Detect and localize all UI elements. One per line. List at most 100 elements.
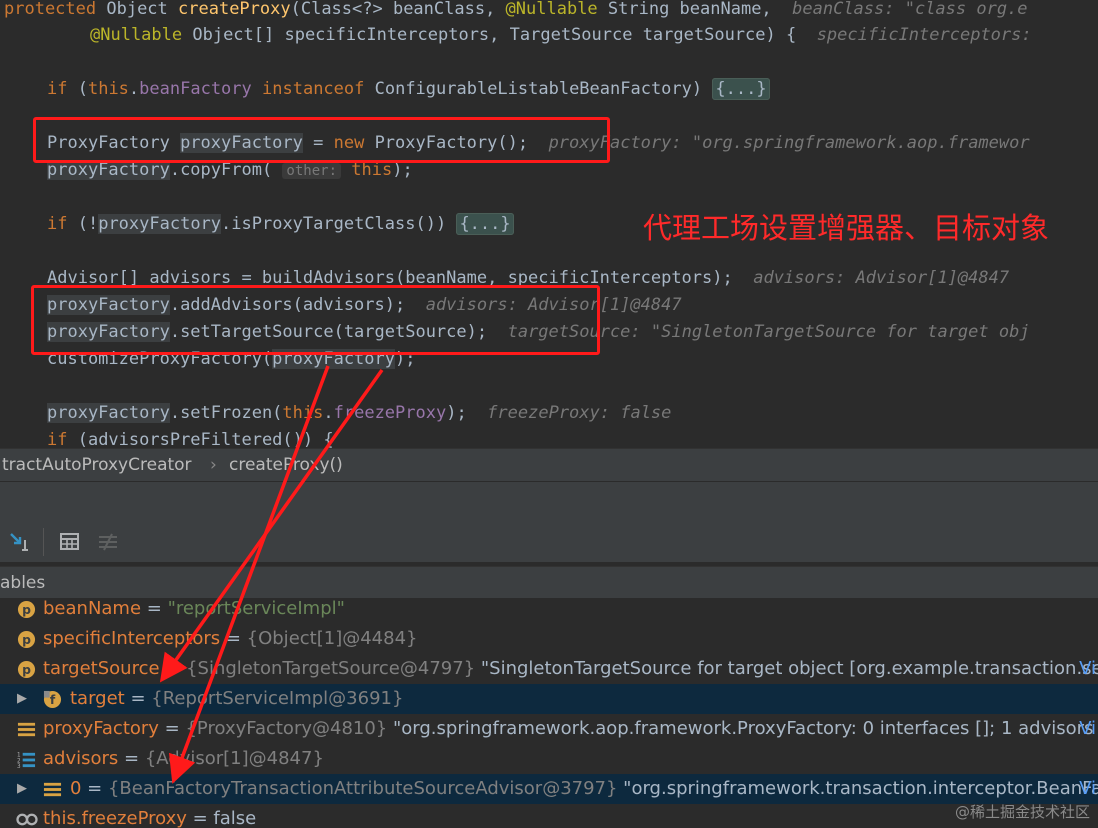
expand-arrow-icon[interactable]: ▶ xyxy=(17,774,27,804)
code-token: proxyFactory xyxy=(47,160,170,180)
array-icon: 123 xyxy=(17,753,36,769)
code-token: if xyxy=(47,214,78,234)
variable-value: "reportServiceImpl" xyxy=(167,598,345,619)
code-token: @Nullable xyxy=(90,25,183,45)
debug-inline-hint: proxyFactory: "org.springframework.aop.f… xyxy=(548,133,1030,153)
watermark: @稀土掘金技术社区 xyxy=(954,803,1090,821)
debug-inline-hint: specificInterceptors: xyxy=(816,25,1032,45)
variable-equals: = xyxy=(141,598,168,619)
code-line: if (!proxyFactory.isProxyTargetClass()) … xyxy=(47,211,514,238)
code-token: . xyxy=(323,403,334,423)
variable-ref: {ProxyFactory@4810} xyxy=(185,718,388,739)
code-token: freezeProxy xyxy=(333,403,447,423)
step-into-icon[interactable] xyxy=(8,530,32,554)
code-editor[interactable]: protected Object createProxy(Class<?> be… xyxy=(0,0,1098,448)
variable-row-selected[interactable]: ▶ 0 = {BeanFactoryTransactionAttributeSo… xyxy=(0,774,1098,804)
variable-row-selected[interactable]: ▶ f target = {ReportServiceImpl@3691} xyxy=(0,684,1098,714)
code-token: .setFrozen( xyxy=(169,403,283,423)
debug-toolbar xyxy=(0,522,1098,562)
annotation-box-proxyfactory xyxy=(33,117,610,163)
code-line: proxyFactory.setFrozen(this.freezeProxy)… xyxy=(47,400,671,427)
code-token: String beanName, xyxy=(597,0,793,19)
variable-row[interactable]: proxyFactory = {ProxyFactory@4810} "org.… xyxy=(0,714,1098,744)
table-view-icon[interactable] xyxy=(58,530,82,554)
filter-icon[interactable] xyxy=(96,530,120,554)
debug-panel-header xyxy=(0,482,1098,522)
variable-equals: = xyxy=(81,778,108,799)
code-token: beanFactory xyxy=(139,79,252,99)
view-link[interactable]: Vi xyxy=(1079,654,1096,684)
code-token: (! xyxy=(77,214,99,234)
code-token: if xyxy=(47,430,78,448)
code-line: if (advisorsPreFiltered()) { xyxy=(47,427,334,448)
variables-header: ables xyxy=(0,566,1098,599)
code-token: protected xyxy=(4,0,107,19)
parameter-icon: p xyxy=(17,600,36,619)
code-token: @Nullable xyxy=(505,0,598,19)
code-token: .copyFrom( xyxy=(169,160,283,180)
code-token: Object xyxy=(106,0,179,19)
variables-tree[interactable]: p beanName = "reportServiceImpl" p speci… xyxy=(0,598,1098,828)
variable-equals: = xyxy=(220,628,247,649)
object-icon xyxy=(43,782,62,797)
parameter-icon: p xyxy=(17,630,36,649)
breadcrumb-class[interactable]: tractAutoProxyCreator xyxy=(2,449,192,481)
debug-inline-hint: advisors: Advisor[1]@4847 xyxy=(753,268,1010,288)
code-token: instanceof xyxy=(262,79,365,99)
variable-name: targetSource xyxy=(43,658,160,679)
code-token: this xyxy=(282,403,324,423)
variable-equals: = xyxy=(159,658,187,679)
debug-inline-hint: freezeProxy: false xyxy=(487,403,672,423)
variable-ref: {SingletonTargetSource@4797} xyxy=(186,658,476,679)
variable-name: proxyFactory xyxy=(43,718,159,739)
annotation-note: 代理工场设置增强器、目标对象 xyxy=(643,211,1050,245)
variable-name: specificInterceptors xyxy=(43,628,221,649)
variable-row[interactable]: 123 advisors = {Advisor[1]@4847} xyxy=(0,744,1098,774)
breadcrumb-separator: › xyxy=(210,455,217,475)
variable-equals: = xyxy=(118,748,145,769)
variable-ref: {ReportServiceImpl@3691} xyxy=(151,688,404,709)
breadcrumb-method[interactable]: createProxy() xyxy=(229,449,343,481)
variable-name: beanName xyxy=(43,598,142,619)
variable-name: this.freezeProxy xyxy=(43,808,187,828)
variable-row[interactable]: p specificInterceptors = {Object[1]@4484… xyxy=(0,624,1098,654)
svg-text:p: p xyxy=(22,633,31,647)
code-token: if xyxy=(47,79,78,99)
variable-equals: = xyxy=(124,688,152,709)
code-token: proxyFactory xyxy=(47,403,170,423)
variable-name: target xyxy=(70,688,125,709)
variable-row[interactable]: p targetSource = {SingletonTargetSource@… xyxy=(0,654,1098,684)
breadcrumb: tractAutoProxyCreator › createProxy() xyxy=(0,448,1098,482)
variables-title: ables xyxy=(0,573,46,593)
code-line: if (this.beanFactory instanceof Configur… xyxy=(47,76,770,103)
code-line: @Nullable Object[] specificInterceptors,… xyxy=(90,22,1032,49)
variable-row[interactable]: p beanName = "reportServiceImpl" xyxy=(0,598,1098,624)
code-token: ); xyxy=(446,403,488,423)
variable-value: false xyxy=(213,808,257,828)
view-link[interactable]: Vi xyxy=(1079,774,1096,804)
variable-row[interactable]: this.freezeProxy = false xyxy=(0,804,1098,828)
code-token: ); xyxy=(392,160,413,180)
code-token: (Class<?> beanClass, xyxy=(290,0,506,19)
toolbar-separator xyxy=(43,528,44,556)
debug-inline-hint: beanClass: "class org.e xyxy=(792,0,1028,19)
code-token: ConfigurableListableBeanFactory) xyxy=(364,79,713,99)
field-icon: f xyxy=(43,690,62,709)
code-token: createProxy xyxy=(178,0,291,19)
watch-icon xyxy=(16,813,38,826)
parameter-hint: other: xyxy=(282,163,341,179)
view-link[interactable]: Vi xyxy=(1079,714,1096,744)
variable-name: advisors xyxy=(43,748,119,769)
svg-text:p: p xyxy=(22,603,31,617)
svg-text:f: f xyxy=(50,693,56,707)
code-line: protected Object createProxy(Class<?> be… xyxy=(4,0,1028,23)
expand-arrow-icon[interactable]: ▶ xyxy=(17,684,27,714)
code-token: ( xyxy=(77,79,88,99)
folded-code-block[interactable]: {...} xyxy=(712,78,770,100)
folded-code-block[interactable]: {...} xyxy=(456,213,514,235)
code-token: .isProxyTargetClass()) xyxy=(221,214,457,234)
code-token: (advisorsPreFiltered()) { xyxy=(77,430,334,448)
object-icon xyxy=(17,722,36,737)
code-token: this xyxy=(87,79,129,99)
variable-value: "SingletonTargetSource for target object… xyxy=(475,658,1098,679)
